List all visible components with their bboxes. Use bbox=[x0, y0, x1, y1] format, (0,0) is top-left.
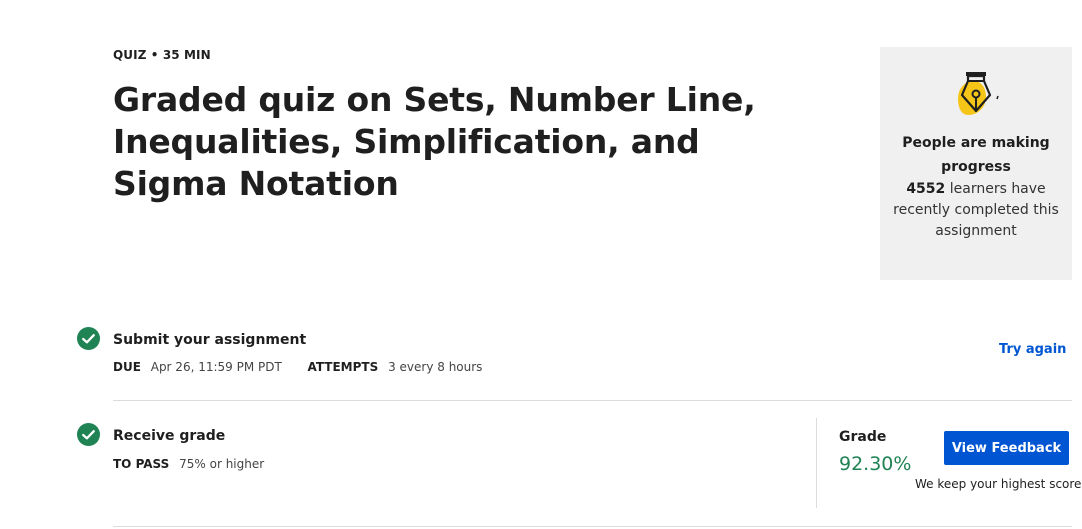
to-pass-label: TO PASS bbox=[113, 457, 170, 471]
page-title: Graded quiz on Sets, Number Line, Inequa… bbox=[113, 80, 756, 203]
receive-grade-title: Receive grade bbox=[113, 428, 226, 444]
submit-assignment-title: Submit your assignment bbox=[113, 332, 307, 348]
due-value: Apr 26, 11:59 PM PDT bbox=[150, 360, 282, 374]
grade-meta: TO PASS 75% or higher bbox=[113, 457, 264, 471]
learner-count: 4552 bbox=[906, 181, 946, 197]
pen-nib-icon bbox=[958, 72, 999, 115]
try-again-link[interactable]: Try again bbox=[999, 342, 1066, 357]
grade-label: Grade bbox=[839, 429, 887, 445]
highest-score-note: We keep your highest score bbox=[915, 477, 1082, 491]
divider bbox=[113, 526, 1072, 527]
divider bbox=[113, 400, 1072, 401]
due-label: DUE bbox=[113, 360, 141, 374]
quiz-meta: QUIZ • 35 MIN bbox=[113, 48, 211, 62]
to-pass-value: 75% or higher bbox=[179, 457, 265, 471]
submit-meta: DUE Apr 26, 11:59 PM PDT ATTEMPTS 3 ever… bbox=[113, 360, 482, 374]
view-feedback-button[interactable]: View Feedback bbox=[944, 431, 1069, 465]
attempts-value: 3 every 8 hours bbox=[388, 360, 483, 374]
progress-heading: People are making progress bbox=[902, 135, 1050, 175]
progress-card: People are making progress 4552 learners… bbox=[880, 47, 1072, 280]
quiz-page: QUIZ • 35 MIN Graded quiz on Sets, Numbe… bbox=[0, 0, 1082, 529]
grade-value: 92.30% bbox=[839, 453, 912, 475]
check-circle-icon bbox=[77, 327, 100, 350]
progress-text: 4552 learners have recently completed th… bbox=[888, 179, 1064, 242]
check-circle-icon bbox=[77, 423, 100, 446]
vertical-divider bbox=[816, 418, 817, 508]
attempts-label: ATTEMPTS bbox=[307, 360, 379, 374]
